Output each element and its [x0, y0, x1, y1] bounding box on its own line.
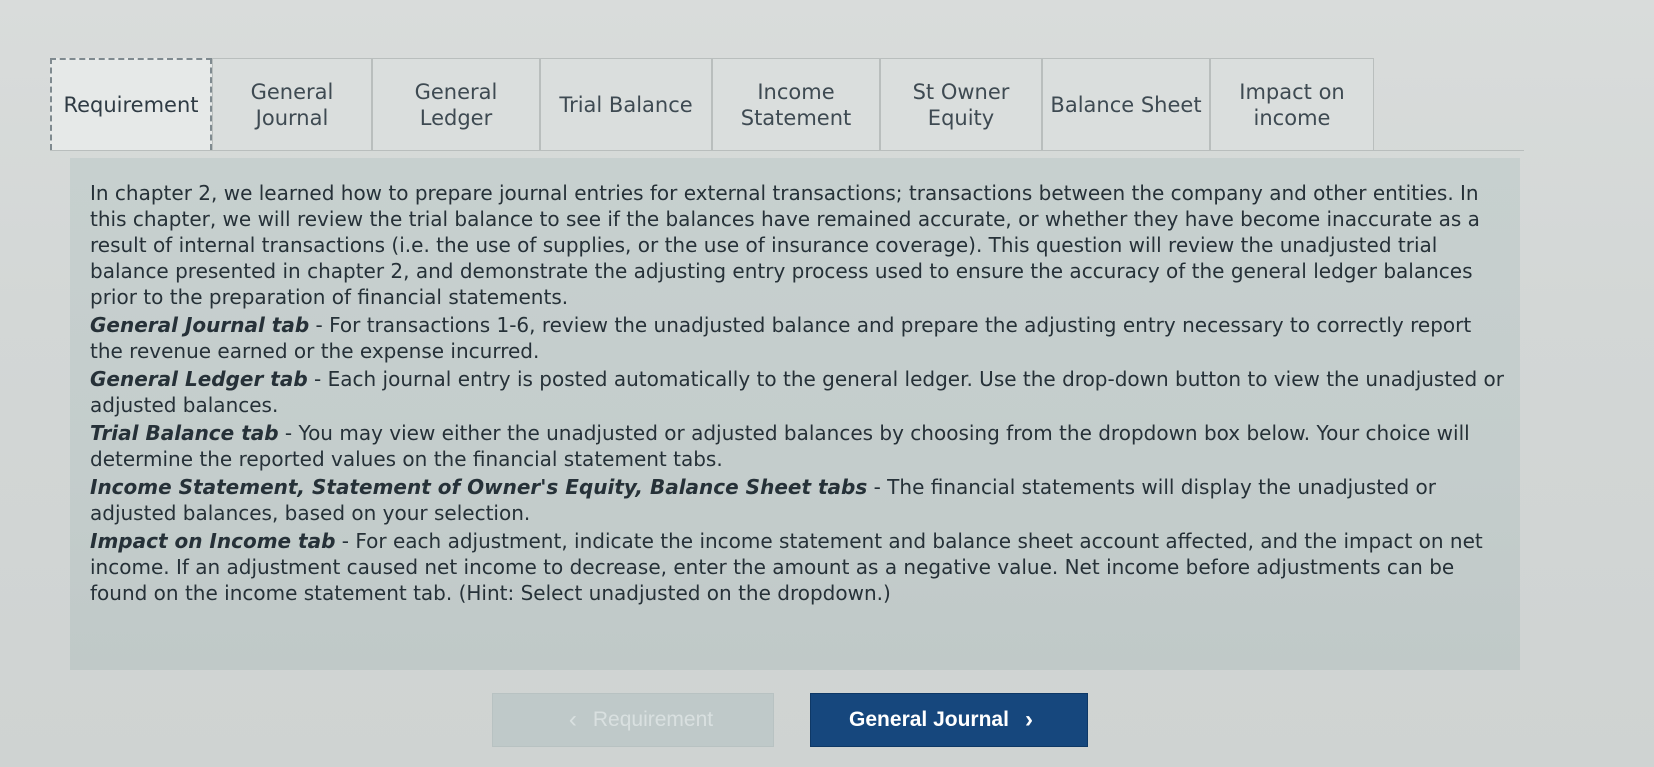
previous-button[interactable]: ‹ Requirement — [492, 693, 774, 747]
tab-requirement[interactable]: Requirement — [50, 58, 212, 150]
chevron-right-icon: › — [1024, 706, 1033, 733]
tab-bar: Requirement General Journal General Ledg… — [50, 58, 1374, 150]
tab-general-ledger[interactable]: General Ledger — [372, 58, 540, 150]
instruction-title: General Journal tab — [90, 313, 310, 337]
tab-balance-sheet[interactable]: Balance Sheet — [1042, 58, 1210, 150]
tab-trial-balance[interactable]: Trial Balance — [540, 58, 712, 150]
intro-paragraph: In chapter 2, we learned how to prepare … — [90, 181, 1480, 309]
next-button-label: General Journal — [849, 708, 1009, 731]
instruction-title: Trial Balance tab — [90, 421, 279, 445]
next-button[interactable]: General Journal › — [810, 693, 1088, 747]
requirement-panel: In chapter 2, we learned how to prepare … — [70, 158, 1520, 670]
instruction-title: Income Statement, Statement of Owner's E… — [90, 475, 868, 499]
instruction-title: Impact on Income tab — [90, 529, 336, 553]
previous-button-label: Requirement — [592, 708, 714, 731]
instruction-text: - You may view either the unadjusted or … — [90, 421, 1470, 471]
tab-general-journal[interactable]: General Journal — [212, 58, 372, 150]
tab-divider — [50, 150, 1524, 151]
instruction-general-journal: General Journal tab - For transactions 1… — [90, 312, 1506, 364]
instruction-title: General Ledger tab — [90, 367, 308, 391]
tab-impact-on-income[interactable]: Impact on income — [1210, 58, 1374, 150]
tab-income-statement[interactable]: Income Statement — [712, 58, 880, 150]
chevron-left-icon: ‹ — [568, 706, 577, 733]
tab-st-owner-equity[interactable]: St Owner Equity — [880, 58, 1042, 150]
instruction-impact-on-income: Impact on Income tab - For each adjustme… — [90, 528, 1506, 606]
instruction-financial-statements: Income Statement, Statement of Owner's E… — [90, 474, 1506, 526]
instruction-trial-balance: Trial Balance tab - You may view either … — [90, 420, 1506, 472]
instruction-general-ledger: General Ledger tab - Each journal entry … — [90, 366, 1506, 418]
